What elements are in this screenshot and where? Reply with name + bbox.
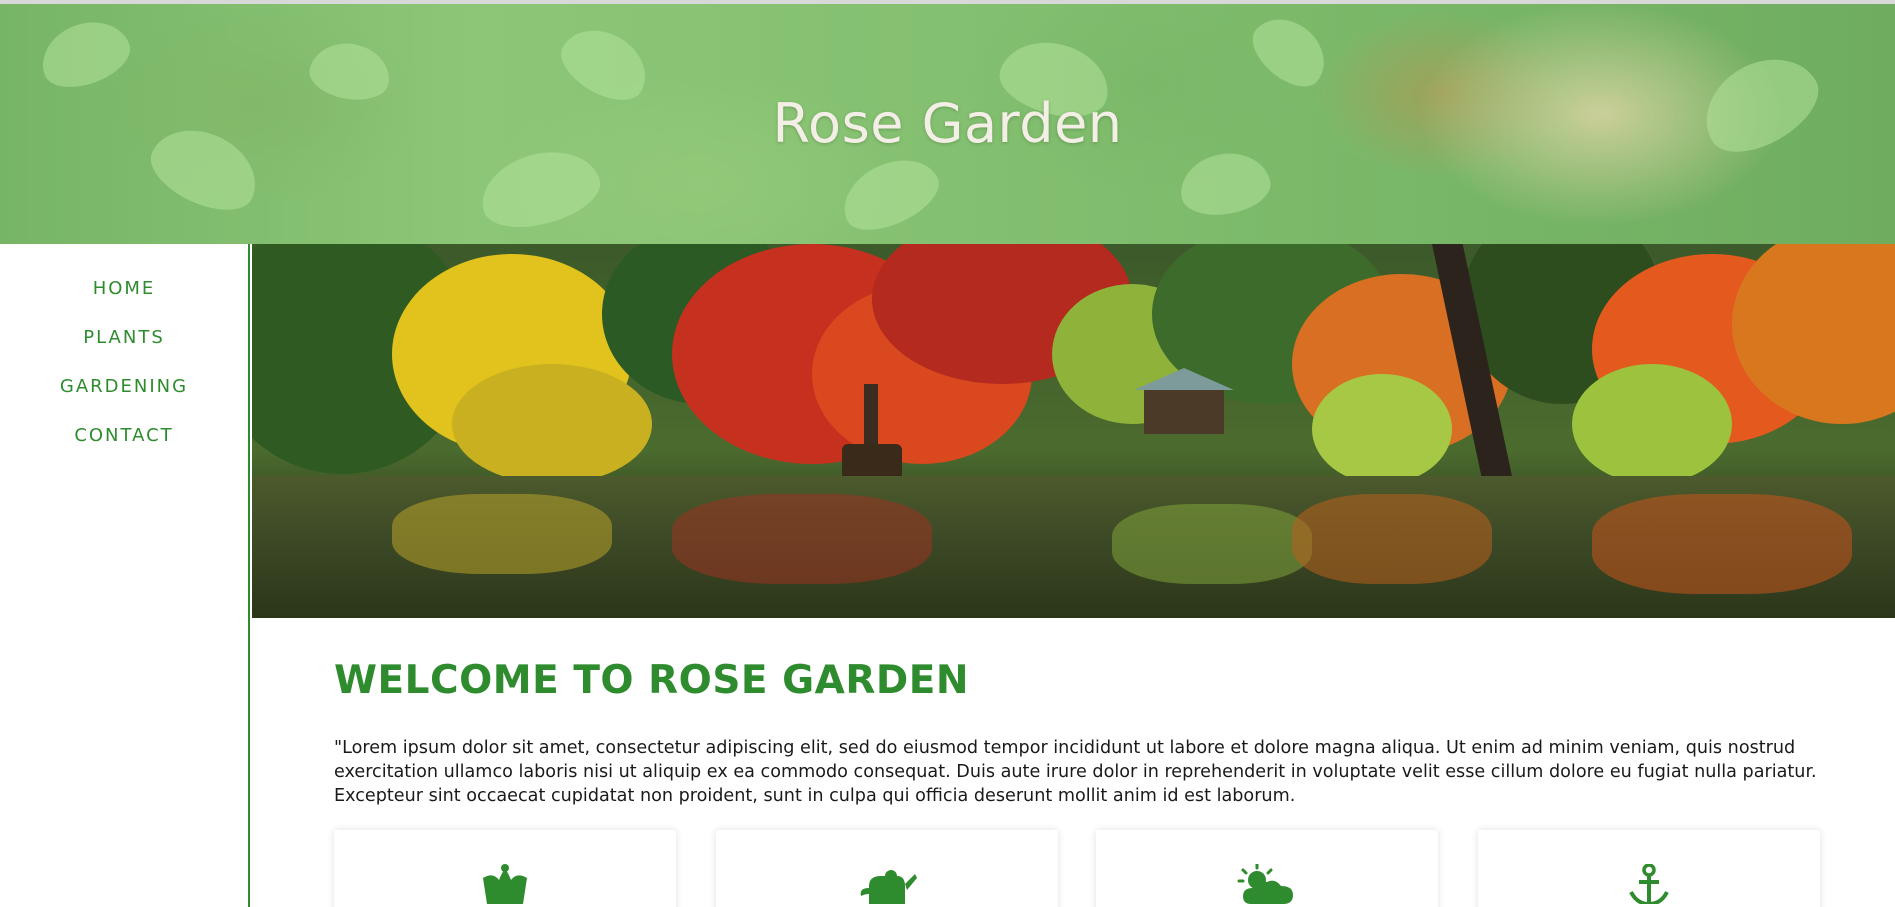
feature-card-anchor[interactable] [1478, 830, 1820, 907]
site-header-banner: Rose Garden [0, 4, 1895, 244]
sidebar: HOME PLANTS GARDENING CONTACT [0, 244, 250, 907]
main-nav: HOME PLANTS GARDENING CONTACT [0, 244, 248, 474]
sun-cloud-icon [1096, 862, 1438, 904]
nav-item-gardening[interactable]: GARDENING [54, 376, 194, 398]
nav-item-contact[interactable]: CONTACT [68, 425, 179, 447]
site-title: Rose Garden [772, 92, 1123, 155]
watering-can-icon [716, 864, 1058, 904]
crown-icon [334, 864, 676, 904]
feature-card-weather[interactable] [1096, 830, 1438, 907]
intro-paragraph: "Lorem ipsum dolor sit amet, consectetur… [334, 738, 1817, 806]
welcome-heading: WELCOME TO ROSE GARDEN [334, 658, 970, 703]
main-content: WELCOME TO ROSE GARDEN "Lorem ipsum dolo… [252, 618, 1895, 907]
hero-garden-image [252, 244, 1895, 618]
feature-card-crown[interactable] [334, 830, 676, 907]
nav-item-plants[interactable]: PLANTS [77, 327, 171, 349]
feature-cards [334, 830, 1824, 907]
anchor-icon [1478, 863, 1820, 907]
nav-item-home[interactable]: HOME [87, 278, 162, 300]
feature-card-watering-can[interactable] [716, 830, 1058, 907]
